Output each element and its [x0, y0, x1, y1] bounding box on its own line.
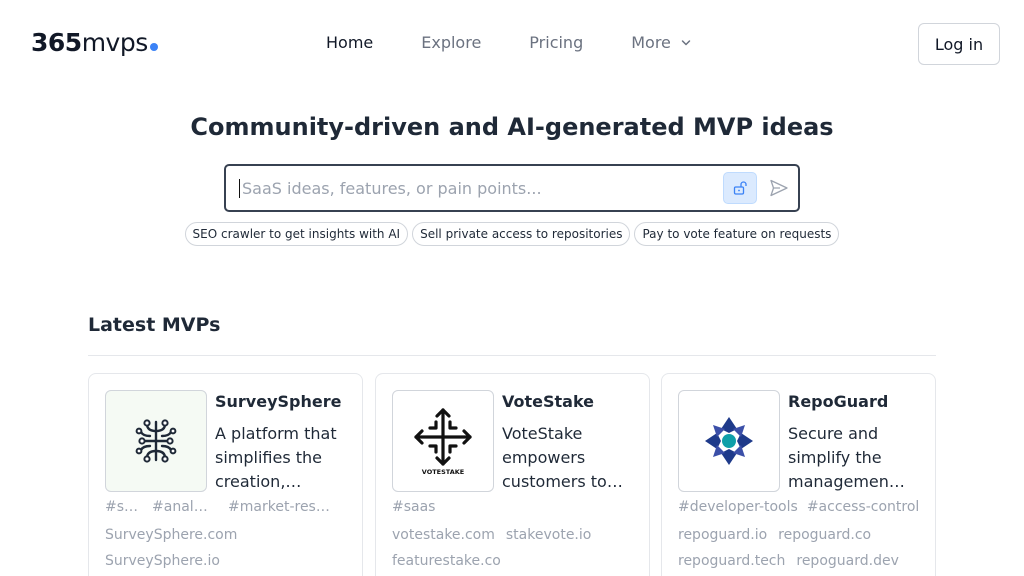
- mvp-description: A platform that simplifies the creation,…: [215, 424, 337, 491]
- nav-links: Home Explore Pricing More: [326, 33, 691, 52]
- mvp-name: SurveySphere: [215, 392, 342, 411]
- votestake-logo: VOTESTAKE: [414, 408, 472, 476]
- mvp-description: VoteStake empowers customers to…: [502, 424, 623, 491]
- send-icon: [770, 179, 788, 197]
- mvp-tag[interactable]: #analy…: [152, 499, 214, 515]
- mvp-domains: repoguard.io repoguard.co repoguard.tech…: [678, 526, 928, 576]
- mvp-domain-link[interactable]: SurveySphere.io: [105, 552, 220, 576]
- mvp-card-surveysphere[interactable]: SurveySphere A platform that simplifies …: [88, 373, 363, 576]
- logo-text: 365mvps: [31, 28, 148, 57]
- mvp-domain-link[interactable]: repoguard.tech: [678, 552, 785, 576]
- privacy-toggle-button[interactable]: [723, 172, 757, 204]
- mvp-domain-link[interactable]: repoguard.co: [778, 526, 871, 552]
- nav-link-home[interactable]: Home: [326, 33, 373, 52]
- mvp-thumbnail: VOTESTAKE: [392, 390, 494, 492]
- votestake-logo-caption: VOTESTAKE: [422, 468, 464, 476]
- mvp-thumbnail: [678, 390, 780, 492]
- mvp-tag[interactable]: #market-rese…: [228, 499, 338, 515]
- mvp-domain-link[interactable]: stakevote.io: [506, 526, 591, 552]
- mvp-tags: #saas: [392, 499, 449, 515]
- logo[interactable]: 365mvps: [31, 28, 158, 57]
- mvp-domains: SurveySphere.com SurveySphere.io: [105, 526, 355, 576]
- mvp-domain-link[interactable]: votestake.com: [392, 526, 495, 552]
- suggestion-chip[interactable]: Pay to vote feature on requests: [634, 222, 840, 246]
- section-divider: [88, 355, 936, 356]
- mvp-tag[interactable]: #saas: [392, 499, 435, 515]
- mvp-card-repoguard[interactable]: RepoGuard Secure and simplify the manage…: [661, 373, 936, 576]
- mvp-name: VoteStake: [502, 392, 595, 411]
- nav-more-label: More: [631, 33, 671, 52]
- mvp-tag[interactable]: #s…: [105, 499, 138, 515]
- page-title: Community-driven and AI-generated MVP id…: [190, 113, 834, 141]
- mvp-tag[interactable]: #developer-tools: [678, 499, 798, 515]
- nav-link-explore[interactable]: Explore: [421, 33, 481, 52]
- idea-search-box: [224, 164, 800, 212]
- mvp-domain-link[interactable]: featurestake.co: [392, 552, 501, 576]
- mvp-domain-link[interactable]: repoguard.dev: [796, 552, 898, 576]
- mvp-tag[interactable]: #access-control: [807, 499, 920, 515]
- logo-dot: [149, 43, 158, 51]
- repoguard-logo: [705, 417, 753, 465]
- suggestion-chip[interactable]: SEO crawler to get insights with AI: [184, 222, 409, 246]
- mvp-thumbnail: [105, 390, 207, 492]
- idea-search-input[interactable]: [239, 178, 709, 198]
- submit-idea-button[interactable]: [762, 172, 796, 204]
- top-navigation: 365mvps Home Explore Pricing More Log in: [0, 0, 1024, 88]
- mvp-domain-link[interactable]: repoguard.io: [678, 526, 767, 552]
- login-button[interactable]: Log in: [918, 23, 1000, 65]
- mvp-name: RepoGuard: [788, 392, 889, 411]
- mvp-card-votestake[interactable]: VOTESTAKE VoteStake VoteStake empowers c…: [375, 373, 650, 576]
- mvp-description: Secure and simplify the managemen…: [788, 424, 905, 491]
- suggestion-chips: SEO crawler to get insights with AI Sell…: [0, 222, 1024, 246]
- nav-more-dropdown[interactable]: More: [631, 33, 691, 52]
- latest-mvps-heading: Latest MVPs: [88, 314, 221, 336]
- unlock-icon: [733, 181, 747, 195]
- nav-link-pricing[interactable]: Pricing: [529, 33, 583, 52]
- mvp-domains: votestake.com stakevote.io featurestake.…: [392, 526, 642, 576]
- mvp-tags: #s… #analy… #market-rese…: [105, 499, 338, 515]
- suggestion-chip[interactable]: Sell private access to repositories: [412, 222, 631, 246]
- neural-network-icon: [135, 419, 177, 463]
- mvp-tags: #developer-tools #access-control: [678, 499, 933, 515]
- chevron-down-icon: [681, 39, 691, 45]
- mvp-domain-link[interactable]: SurveySphere.com: [105, 526, 344, 552]
